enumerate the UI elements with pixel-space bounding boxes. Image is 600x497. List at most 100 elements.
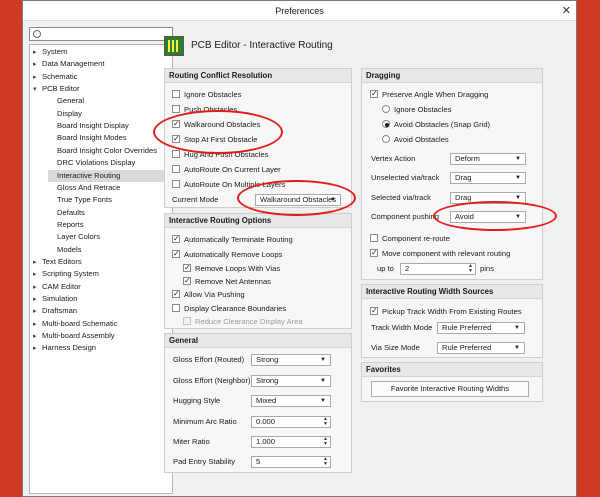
chevron-right-icon[interactable]: ▸ xyxy=(33,331,42,343)
tree-item[interactable]: ▸ Draftsman xyxy=(33,305,77,317)
search-input[interactable] xyxy=(29,27,173,41)
tree-item[interactable]: ▸ Text Editors xyxy=(33,256,82,268)
title-bar: Preferences ✕ xyxy=(23,1,576,21)
pcb-background-left xyxy=(0,0,22,497)
dragging-panel: Dragging Preserve Angle When Dragging Ig… xyxy=(361,68,543,280)
spinner-icon[interactable]: ▲ ▼ xyxy=(323,457,328,467)
chevron-down-icon: ▼ xyxy=(515,175,521,181)
chevron-right-icon[interactable]: ▸ xyxy=(33,257,42,269)
chevron-right-icon[interactable]: ▸ xyxy=(33,282,42,294)
tree-item-label: System xyxy=(42,47,68,56)
tree-item[interactable]: ▸ Multi-board Assembly xyxy=(33,330,115,342)
component-reroute-checkbox[interactable]: Component re-route xyxy=(370,233,450,245)
tree-item[interactable]: ▸ CAM Editor xyxy=(33,281,81,293)
ignore-obstacles-checkbox[interactable]: Ignore Obstacles xyxy=(172,89,241,101)
tree-item[interactable]: ▸ Data Management xyxy=(33,58,104,70)
tree-item-label: Board Insight Modes xyxy=(57,133,127,143)
chevron-right-icon[interactable]: ▸ xyxy=(33,343,42,355)
preserve-angle-checkbox[interactable]: Preserve Angle When Dragging xyxy=(370,88,488,101)
tree-item[interactable]: True Type Fonts xyxy=(48,194,112,206)
general-panel: General Gloss Effort (Routed) Strong ▼ Gl… xyxy=(164,333,352,473)
remove-loops-vias-checkbox[interactable]: Remove Loops With Vias xyxy=(183,262,280,275)
hugging-style-label: Hugging Style xyxy=(173,396,221,405)
favorite-widths-button[interactable]: Favorite Interactive Routing Widths xyxy=(371,381,529,397)
tree-item-label: Multi-board Assembly xyxy=(42,331,115,341)
tree-item-label: Layer Colors xyxy=(57,232,101,242)
tree-item-label: True Type Fonts xyxy=(57,195,112,205)
tree-item-label: Reports xyxy=(57,219,84,229)
tree-item-label: Draftsman xyxy=(42,306,78,316)
gloss-routed-dropdown[interactable]: Strong ▼ xyxy=(251,354,331,366)
via-size-mode-dropdown[interactable]: Rule Preferred ▼ xyxy=(437,342,525,354)
tree-item[interactable]: ▸ Schematic xyxy=(33,71,77,83)
pins-input[interactable]: 2 ▲ ▼ xyxy=(400,263,476,275)
chevron-down-icon[interactable]: ▾ xyxy=(33,84,42,96)
chevron-down-icon: ▼ xyxy=(320,398,326,404)
hugging-style-dropdown[interactable]: Mixed ▼ xyxy=(251,395,331,407)
chevron-down-icon: ▼ xyxy=(514,345,520,351)
gloss-neighbor-dropdown[interactable]: Strong ▼ xyxy=(251,375,331,387)
min-arc-input[interactable]: 0.000 ▲ ▼ xyxy=(251,416,331,428)
chevron-right-icon[interactable]: ▸ xyxy=(33,294,42,306)
tree-item[interactable]: ▸ Simulation xyxy=(33,293,77,305)
remove-antennas-checkbox[interactable]: Remove Net Antennas xyxy=(183,275,271,288)
tree-item[interactable]: Reports xyxy=(48,219,84,231)
vertex-action-dropdown[interactable]: Deform ▼ xyxy=(450,153,526,165)
tree-item[interactable]: Models xyxy=(48,244,81,256)
tree-item[interactable]: Interactive Routing xyxy=(48,169,176,182)
track-width-mode-label: Track Width Mode xyxy=(371,323,433,332)
pickup-width-checkbox[interactable]: Pickup Track Width From Existing Routes xyxy=(370,305,522,318)
spinner-icon[interactable]: ▲ ▼ xyxy=(323,417,328,427)
auto-remove-loops-checkbox[interactable]: Automatically Remove Loops xyxy=(172,248,282,261)
tree-item[interactable]: ▸ Harness Design xyxy=(33,342,96,354)
miter-ratio-input[interactable]: 1.000 ▲ ▼ xyxy=(251,436,331,448)
search-icon xyxy=(33,30,41,38)
spinner-icon[interactable]: ▲ ▼ xyxy=(468,264,473,274)
gloss-routed-label: Gloss Effort (Routed) xyxy=(173,355,245,364)
tree-item-label: Simulation xyxy=(42,294,78,303)
avoid-snap-radio[interactable]: Avoid Obstacles (Snap Grid) xyxy=(382,119,490,131)
tree-item[interactable]: Defaults xyxy=(48,207,85,219)
allow-via-pushing-checkbox[interactable]: Allow Via Pushing xyxy=(172,288,245,301)
chevron-right-icon[interactable]: ▸ xyxy=(33,306,42,318)
panel-title: Favorites xyxy=(362,363,542,377)
tree-item[interactable]: Display xyxy=(48,108,82,120)
chevron-right-icon[interactable]: ▸ xyxy=(33,59,42,71)
tree-item-label: Interactive Routing xyxy=(57,170,121,180)
tree-item[interactable]: Gloss And Retrace xyxy=(48,182,120,194)
auto-terminate-checkbox[interactable]: Automatically Terminate Routing xyxy=(172,233,293,246)
reduce-clearance-checkbox[interactable]: Reduce Clearance Display Area xyxy=(183,316,303,328)
tree-item[interactable]: DRC Violations Display xyxy=(48,157,135,169)
pad-entry-input[interactable]: 5 ▲ ▼ xyxy=(251,456,331,468)
panel-title: General xyxy=(165,334,351,348)
autoroute-current-checkbox[interactable]: AutoRoute On Current Layer xyxy=(172,164,281,176)
track-width-mode-dropdown[interactable]: Rule Preferred ▼ xyxy=(437,322,525,334)
tree-item-label: DRC Violations Display xyxy=(57,158,136,168)
tree-item[interactable]: Board Insight Modes xyxy=(48,132,127,144)
gloss-neighbor-label: Gloss Effort (Neighbor) xyxy=(173,376,251,385)
selected-via-label: Selected via/track xyxy=(371,193,431,202)
tree-item[interactable]: General xyxy=(48,95,84,107)
min-arc-label: Minimum Arc Ratio xyxy=(173,417,237,426)
unselected-via-dropdown[interactable]: Drag ▼ xyxy=(450,172,526,184)
chevron-right-icon[interactable]: ▸ xyxy=(33,72,42,84)
chevron-right-icon[interactable]: ▸ xyxy=(33,47,42,59)
tree-item[interactable]: Board Insight Display xyxy=(48,120,129,132)
display-clearance-checkbox[interactable]: Display Clearance Boundaries xyxy=(172,303,286,315)
tree-item[interactable]: ▾ PCB Editor xyxy=(33,83,80,95)
avoid-obstacles-radio[interactable]: Avoid Obstacles xyxy=(382,134,449,146)
tree-item[interactable]: ▸ Scripting System xyxy=(33,268,99,280)
chevron-down-icon: ▼ xyxy=(320,357,326,363)
tree-item[interactable]: ▸ Multi-board Schematic xyxy=(33,318,118,330)
move-component-checkbox[interactable]: Move component with relevant routing xyxy=(370,247,510,260)
tree-item[interactable]: Layer Colors xyxy=(48,231,100,243)
tree-item[interactable]: ▸ System xyxy=(33,46,67,58)
chevron-right-icon[interactable]: ▸ xyxy=(33,319,42,331)
tree-item-label: Models xyxy=(57,244,82,254)
tree-item-label: PCB Editor xyxy=(42,84,80,94)
spinner-icon[interactable]: ▲ ▼ xyxy=(323,437,328,447)
chevron-right-icon[interactable]: ▸ xyxy=(33,269,42,281)
ignore-obstacles-radio[interactable]: Ignore Obstacles xyxy=(382,104,451,116)
tree-item[interactable]: Board Insight Color Overrides xyxy=(48,145,157,157)
close-icon[interactable]: ✕ xyxy=(562,1,571,21)
